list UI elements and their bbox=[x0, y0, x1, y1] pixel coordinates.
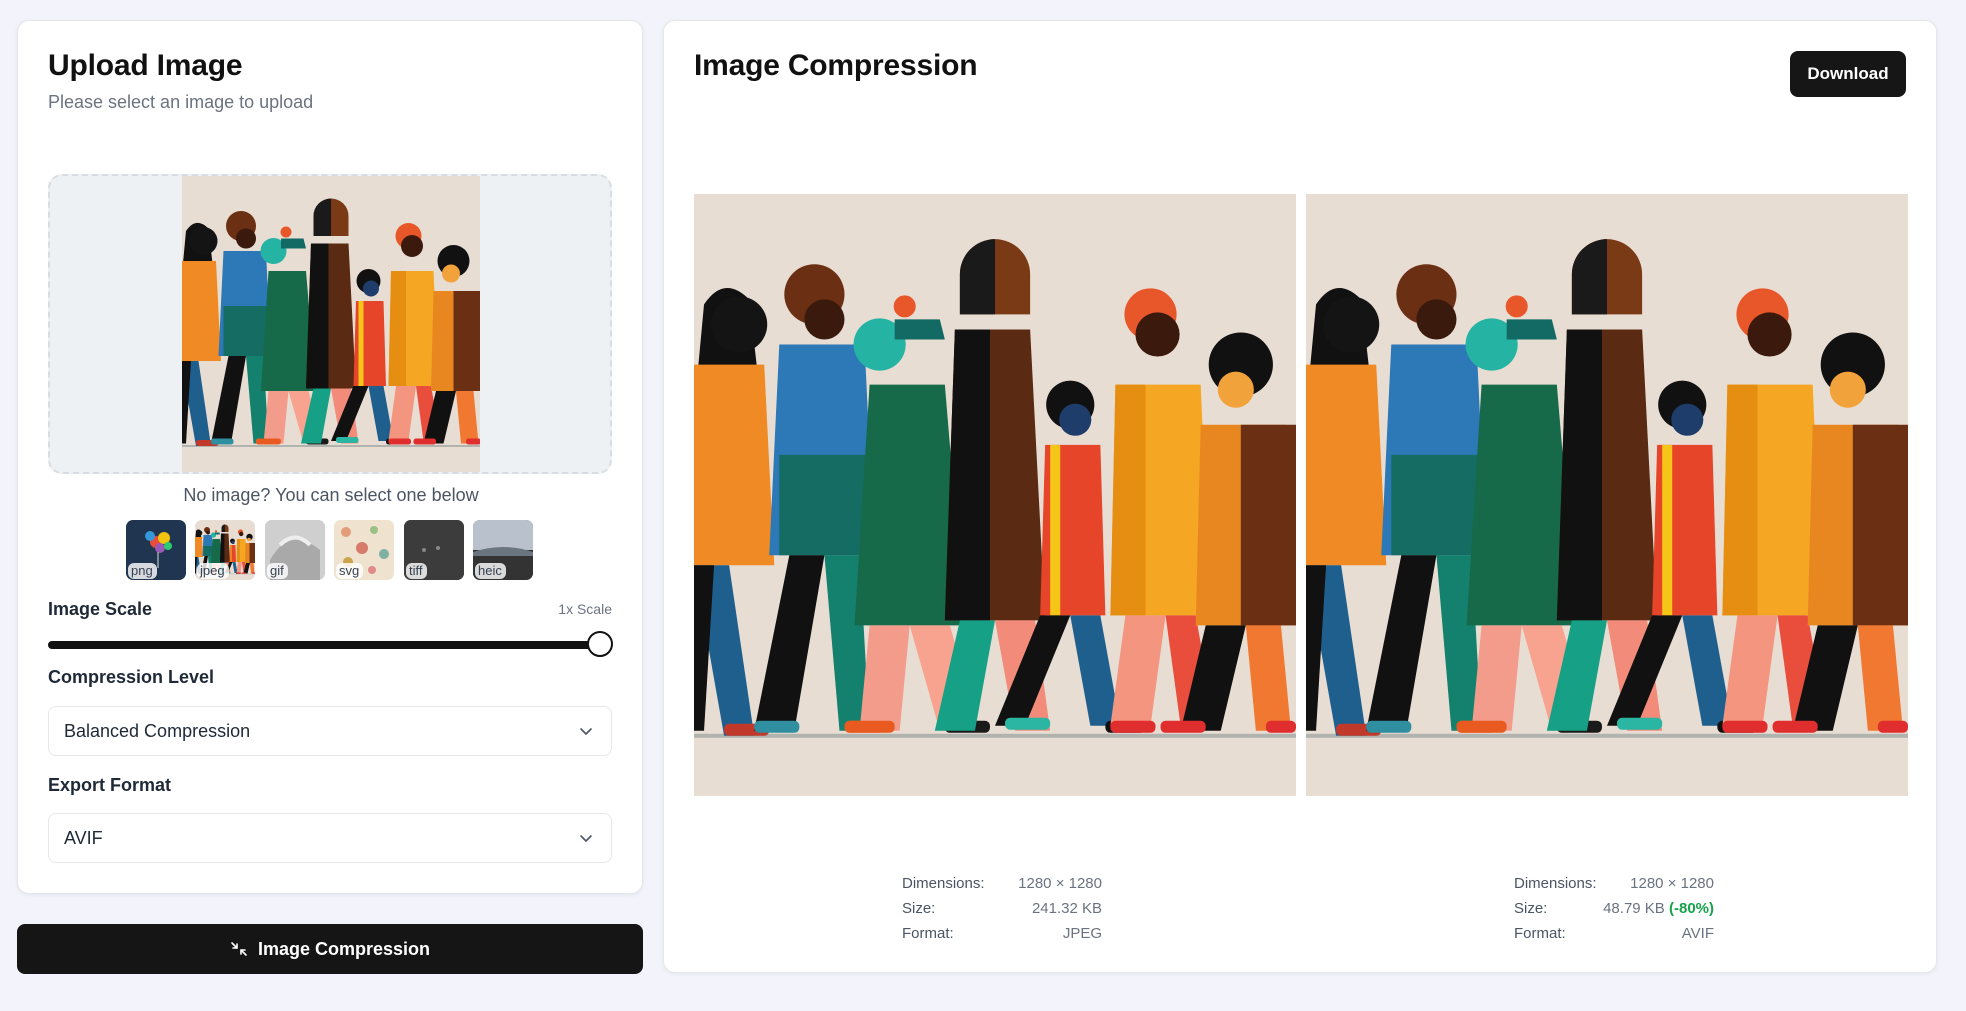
dimensions-label: Dimensions: bbox=[902, 875, 985, 892]
result-panel: Image Compression Download Dimensions: 12… bbox=[663, 20, 1937, 973]
image-scale-slider-thumb[interactable] bbox=[587, 631, 613, 657]
format-label: Format: bbox=[902, 925, 954, 942]
dimensions-value: 1280 × 1280 bbox=[1630, 875, 1714, 892]
format-value: AVIF bbox=[1681, 925, 1714, 942]
original-stats: Dimensions: 1280 × 1280 Size: 241.32 KB Fo… bbox=[902, 875, 1102, 950]
dimensions-value: 1280 × 1280 bbox=[1018, 875, 1102, 892]
compression-level-value: Balanced Compression bbox=[64, 720, 251, 741]
size-value: 241.32 KB bbox=[1031, 900, 1102, 917]
sample-gif[interactable]: gif bbox=[265, 520, 325, 580]
compression-level-select[interactable]: Balanced Compression bbox=[48, 706, 612, 756]
upload-title: Upload Image bbox=[48, 49, 243, 82]
size-label: Size: bbox=[1514, 900, 1548, 917]
sample-svg[interactable]: svg bbox=[334, 520, 394, 580]
sample-label: jpeg bbox=[197, 563, 229, 579]
export-format-label: Export Format bbox=[48, 775, 172, 795]
sample-label: heic bbox=[475, 563, 506, 579]
export-format-select[interactable]: AVIF bbox=[48, 813, 612, 863]
chevron-down-icon bbox=[580, 835, 592, 842]
compressed-image bbox=[1306, 194, 1908, 796]
size-value: 48.79 KB bbox=[1603, 900, 1665, 917]
sample-jpeg[interactable]: jpeg bbox=[195, 520, 255, 580]
uploaded-image-preview bbox=[182, 176, 480, 472]
upload-panel: Upload Image Please select an image to u… bbox=[17, 20, 643, 894]
original-image bbox=[694, 194, 1296, 796]
compressed-image-graphic bbox=[1306, 194, 1908, 796]
sample-label: svg bbox=[336, 563, 364, 579]
sample-images: png jpeg gif svg tiff heic bbox=[126, 520, 546, 582]
download-button[interactable]: Download bbox=[1790, 51, 1906, 97]
size-label: Size: bbox=[902, 900, 936, 917]
sample-tiff[interactable]: tiff bbox=[404, 520, 464, 580]
sample-label: tiff bbox=[406, 563, 427, 579]
chevron-down-icon bbox=[580, 728, 592, 735]
compression-level-label: Compression Level bbox=[48, 667, 215, 687]
image-scale-label: Image Scale bbox=[48, 599, 153, 619]
sample-heic[interactable]: heic bbox=[473, 520, 533, 580]
image-compression-button-label: Image Compression bbox=[257, 938, 431, 959]
export-format-value: AVIF bbox=[64, 827, 103, 848]
format-label: Format: bbox=[1514, 925, 1566, 942]
format-value: JPEG bbox=[1062, 925, 1102, 942]
size-reduction-badge: (-80%) bbox=[1668, 900, 1714, 917]
image-dropzone[interactable] bbox=[48, 174, 612, 474]
image-compression-button[interactable]: Image Compression bbox=[17, 924, 643, 974]
image-scale-slider[interactable] bbox=[48, 641, 608, 649]
no-image-hint: No image? You can select one below bbox=[183, 485, 479, 505]
result-title: Image Compression bbox=[694, 49, 978, 82]
dimensions-label: Dimensions: bbox=[1514, 875, 1597, 892]
compressed-stats: Dimensions: 1280 × 1280 Size: 48.79 KB (-8… bbox=[1514, 875, 1714, 950]
original-image-graphic bbox=[694, 194, 1296, 796]
compress-arrows-icon bbox=[231, 942, 247, 956]
sample-png[interactable]: png bbox=[126, 520, 186, 580]
sample-label: gif bbox=[267, 563, 288, 579]
upload-subtitle: Please select an image to upload bbox=[48, 92, 314, 112]
sample-label: png bbox=[128, 563, 157, 579]
image-scale-value: 1x Scale bbox=[558, 601, 612, 617]
